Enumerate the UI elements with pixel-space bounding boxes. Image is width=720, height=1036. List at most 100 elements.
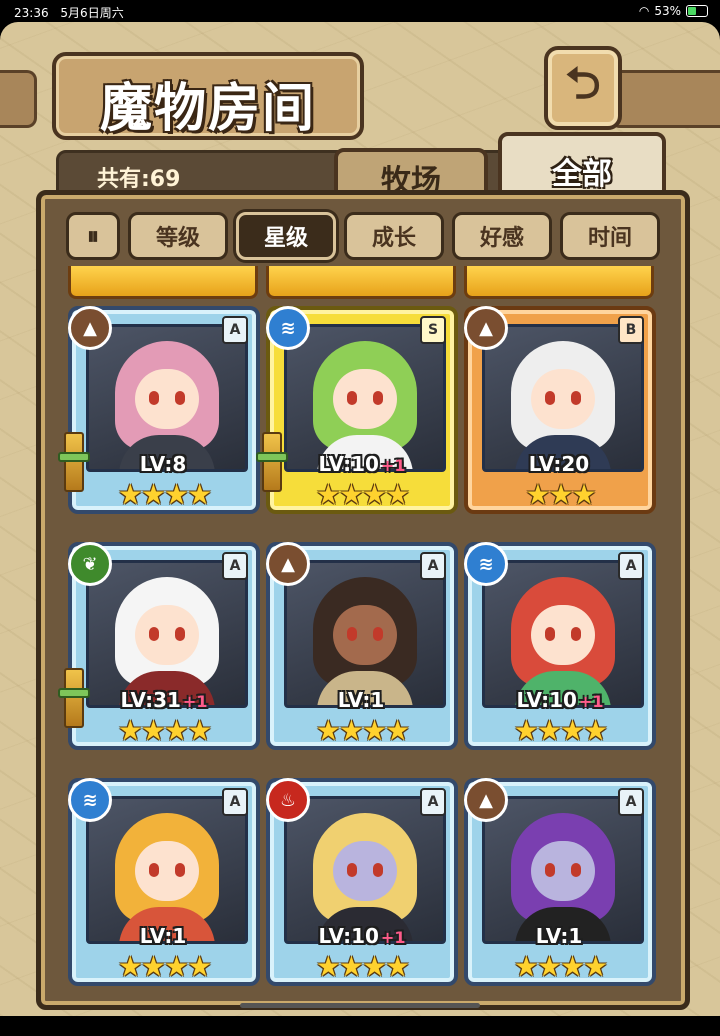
level-text: LV:20: [528, 452, 590, 476]
level-label: LV:1: [72, 924, 256, 948]
header-bar-left: [0, 70, 37, 128]
monster-portrait: [284, 560, 446, 708]
portrait-eye: [149, 627, 159, 641]
portrait-face: [333, 841, 397, 901]
star-icon: ★: [187, 950, 212, 983]
earth-icon: ▲: [266, 542, 310, 586]
star-icon: ★: [315, 478, 341, 511]
star-icon: ★: [362, 714, 387, 747]
sort-affection-button[interactable]: 好感: [452, 212, 552, 260]
monster-portrait: [482, 796, 644, 944]
sort-level-button[interactable]: 等级: [128, 212, 228, 260]
level-plus: +1: [380, 456, 406, 475]
portrait-face: [333, 605, 397, 665]
star-rating: ★★★★: [72, 714, 256, 747]
monster-portrait: [86, 324, 248, 472]
star-rating: ★★★: [468, 478, 652, 511]
star-icon: ★: [315, 950, 341, 983]
sort-star-button[interactable]: 星级: [236, 212, 336, 260]
star-icon: ★: [164, 478, 189, 511]
monster-card[interactable]: ❦ A LV:31 +1 ★★★★: [58, 542, 260, 750]
rank-badge: A: [222, 788, 248, 816]
level-plus: +1: [578, 692, 604, 711]
star-icon: ★: [140, 950, 166, 983]
star-icon: ★: [385, 950, 410, 983]
star-icon: ★: [362, 950, 387, 983]
portrait-face: [531, 369, 595, 429]
back-button[interactable]: ⮌: [544, 46, 622, 130]
star-icon: ★: [164, 950, 189, 983]
level-text: LV:8: [139, 452, 187, 476]
portrait-face: [531, 605, 595, 665]
portrait-eye: [545, 863, 555, 877]
portrait-face: [135, 369, 199, 429]
star-icon: ★: [117, 478, 143, 511]
battery-percent: 53%: [654, 4, 681, 18]
portrait-eye: [571, 863, 581, 877]
portrait-eye: [175, 627, 185, 641]
portrait-eye: [347, 863, 357, 877]
partial-card[interactable]: [266, 266, 456, 299]
star-rating: ★★★★: [468, 714, 652, 747]
monster-grid[interactable]: ▲ A LV:8 ★★★★ ≋ S LV:10 +1 ★★★★ ▲ B LV:20 ★★★ ❦ A LV:31…: [54, 266, 664, 986]
portrait-eye: [347, 627, 357, 641]
portrait-eye: [149, 863, 159, 877]
monster-card[interactable]: ▲ A LV:1 ★★★★: [464, 778, 656, 986]
monster-card[interactable]: ▲ A LV:8 ★★★★: [58, 306, 260, 514]
star-icon: ★: [513, 714, 539, 747]
star-icon: ★: [187, 714, 212, 747]
wifi-icon: ◠: [638, 4, 650, 18]
level-label: LV:1: [468, 924, 652, 948]
star-icon: ★: [548, 478, 573, 511]
star-icon: ★: [338, 950, 364, 983]
level-text: LV:1: [535, 924, 583, 948]
level-plus: +1: [380, 928, 406, 947]
portrait-eye: [373, 391, 383, 405]
monster-portrait: [482, 324, 644, 472]
star-icon: ★: [513, 950, 539, 983]
portrait-eye: [545, 627, 555, 641]
partial-card[interactable]: [68, 266, 258, 299]
sort-time-button[interactable]: 时间: [560, 212, 660, 260]
star-icon: ★: [362, 478, 387, 511]
page-title: 魔物房间: [99, 78, 316, 139]
star-icon: ★: [560, 714, 585, 747]
star-icon: ★: [536, 714, 562, 747]
portrait-face: [135, 605, 199, 665]
level-label: LV:10 +1: [270, 452, 454, 476]
monster-card[interactable]: ♨ A LV:10 +1 ★★★★: [266, 778, 458, 986]
star-rating: ★★★★: [72, 950, 256, 983]
monster-card[interactable]: ≋ A LV:1 ★★★★: [68, 778, 260, 986]
monster-portrait: [86, 796, 248, 944]
home-indicator[interactable]: [240, 1003, 480, 1008]
level-text: LV:1: [337, 688, 385, 712]
level-label: LV:31 +1: [72, 688, 256, 712]
monster-room-screen: 魔物房间 ⮌ 共有:69 牧场 全部 ⏸ 等级 星级 成长 好感 时间 ▲ A LV…: [0, 22, 720, 1016]
earth-icon: ▲: [68, 306, 112, 350]
portrait-face: [135, 841, 199, 901]
rank-badge: A: [618, 788, 644, 816]
star-icon: ★: [385, 714, 410, 747]
water-icon: ≋: [266, 306, 310, 350]
sort-order-button[interactable]: ⏸: [66, 212, 120, 260]
star-rating: ★★★★: [72, 478, 256, 511]
star-icon: ★: [571, 478, 597, 511]
monster-card[interactable]: ▲ B LV:20 ★★★: [464, 306, 656, 514]
monster-card[interactable]: ≋ A LV:10 +1 ★★★★: [464, 542, 656, 750]
monster-portrait: [482, 560, 644, 708]
star-icon: ★: [338, 478, 364, 511]
portrait-eye: [373, 863, 383, 877]
partial-card[interactable]: [464, 266, 654, 299]
monster-card[interactable]: ≋ S LV:10 +1 ★★★★: [256, 306, 458, 514]
level-text: LV:10: [318, 924, 379, 948]
water-icon: ≋: [68, 778, 112, 822]
rank-badge: A: [420, 552, 446, 580]
sort-growth-button[interactable]: 成长: [344, 212, 444, 260]
monster-portrait: [284, 324, 446, 472]
monster-card[interactable]: ▲ A LV:1 ★★★★: [266, 542, 458, 750]
level-text: LV:10: [516, 688, 577, 712]
status-date: 5月6日周六: [60, 6, 124, 20]
level-text: LV:31: [120, 688, 181, 712]
monster-portrait: [86, 560, 248, 708]
star-icon: ★: [140, 714, 166, 747]
